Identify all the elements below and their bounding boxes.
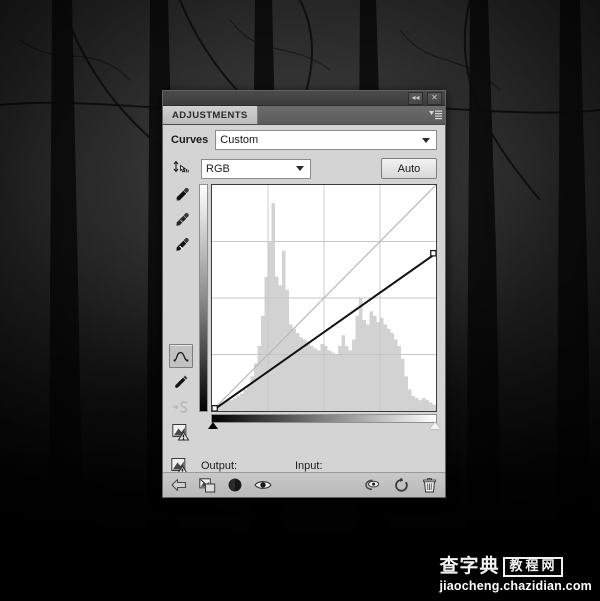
adjustments-panel: ◂◂ ✕ ADJUSTMENTS Curves Custom RGB Auto …: [162, 90, 446, 498]
preset-value: Custom: [220, 134, 259, 146]
close-panel-button[interactable]: ✕: [427, 91, 442, 105]
screenshot-root: ◂◂ ✕ ADJUSTMENTS Curves Custom RGB Auto …: [0, 0, 600, 601]
curve-handles-svg: [212, 249, 436, 411]
curves-tool-rail: [163, 154, 199, 446]
chevron-down-icon: [422, 137, 430, 143]
pencil-draw-curve-tool[interactable]: [170, 371, 192, 393]
preview-eye-icon: [365, 479, 380, 491]
half-circle-icon: [228, 478, 242, 492]
clip-to-layer-icon: [198, 477, 215, 492]
eye-icon: [254, 481, 272, 489]
curves-display-options-icon: [171, 424, 189, 441]
pencil-draw-curve-icon: [174, 375, 188, 389]
watermark-site-name: 查字典: [439, 555, 500, 578]
watermark: 查字典 教程网 jiaocheng.chazidian.com: [439, 555, 592, 593]
edit-points-curve-tool[interactable]: [169, 344, 193, 368]
white-point-marker[interactable]: [430, 422, 440, 429]
channel-dropdown[interactable]: RGB: [201, 158, 311, 179]
tab-adjustments[interactable]: ADJUSTMENTS: [163, 106, 258, 124]
input-ramp-row: [199, 414, 440, 429]
curves-display-options-tool[interactable]: [170, 421, 192, 443]
panel-titlebar: ◂◂ ✕: [163, 91, 445, 106]
watermark-tutorial-badge: 教程网: [503, 556, 564, 577]
gray-point-eyedropper-icon: [175, 212, 189, 226]
channel-value: RGB: [206, 162, 230, 175]
black-point-marker[interactable]: [208, 422, 218, 429]
curves-graph-column: RGB Auto: [199, 154, 445, 446]
curve-control-point-white[interactable]: [430, 249, 436, 257]
input-gradient-ramp: [208, 414, 440, 429]
smooth-curve-icon: [173, 401, 188, 413]
delete-adjustment-layer-button[interactable]: [420, 476, 438, 494]
curves-label: Curves: [171, 134, 209, 146]
auto-button[interactable]: Auto: [381, 158, 437, 179]
smooth-curve-tool[interactable]: [170, 396, 192, 418]
channel-row: RGB Auto: [199, 158, 437, 179]
ramp-spacer: [199, 414, 208, 423]
output-label: Output:: [201, 459, 238, 472]
watermark-top: 查字典 教程网: [439, 555, 592, 578]
panel-footer: [163, 472, 445, 497]
new-adjustment-layer-button[interactable]: [226, 476, 244, 494]
black-point-eyedropper-icon: [175, 187, 189, 201]
return-to-adjustment-list-button[interactable]: [170, 476, 188, 494]
clip-to-layer-button[interactable]: [198, 476, 216, 494]
curves-plot[interactable]: [211, 184, 437, 412]
output-gradient-ramp: [199, 184, 208, 412]
white-point-eyedropper-tool[interactable]: [170, 233, 192, 255]
preview-toggle-button[interactable]: [364, 476, 382, 494]
watermark-url: jiaocheng.chazidian.com: [439, 579, 592, 593]
on-image-adjust-tool[interactable]: [170, 158, 192, 180]
back-arrow-icon: [171, 478, 187, 492]
curves-preset-row: Curves Custom: [163, 125, 445, 154]
preset-dropdown[interactable]: Custom: [215, 130, 437, 150]
graph-wrap: [199, 184, 437, 412]
input-label: Input:: [295, 459, 323, 472]
gray-point-eyedropper-tool[interactable]: [170, 208, 192, 230]
tab-adjustments-label: ADJUSTMENTS: [172, 109, 248, 121]
panel-menu-button[interactable]: [425, 106, 445, 124]
reset-adjustment-button[interactable]: [392, 476, 410, 494]
panel-tab-row: ADJUSTMENTS: [163, 106, 445, 125]
black-point-eyedropper-tool[interactable]: [170, 183, 192, 205]
curves-body: RGB Auto: [163, 154, 445, 446]
tab-row-filler: [258, 106, 425, 124]
collapse-panel-button[interactable]: ◂◂: [408, 91, 423, 105]
white-point-eyedropper-icon: [175, 237, 189, 251]
plot-column: [211, 184, 437, 412]
edit-points-curve-icon: [173, 351, 189, 362]
toggle-layer-visibility-button[interactable]: [254, 476, 272, 494]
panel-menu-icon: [428, 110, 442, 120]
reset-icon: [394, 477, 408, 492]
auto-button-label: Auto: [397, 162, 421, 175]
trash-icon: [422, 477, 436, 492]
chevron-down-icon: [296, 166, 304, 171]
on-image-adjust-icon: [173, 160, 189, 173]
curve-control-point-black[interactable]: [212, 405, 218, 411]
